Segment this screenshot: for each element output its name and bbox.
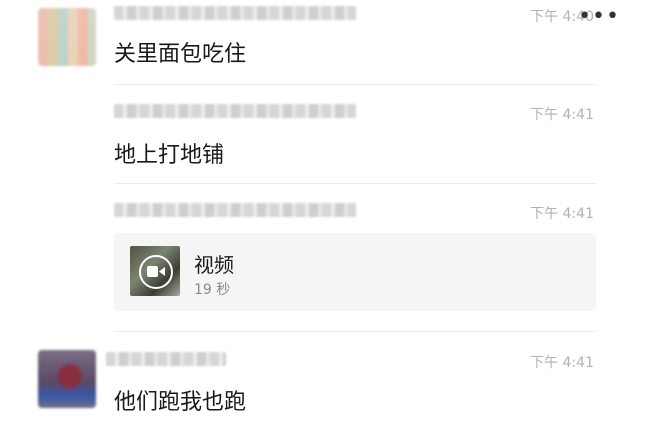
- sender-name-blurred: [114, 104, 356, 118]
- message-text: 关里面包吃住: [114, 42, 247, 67]
- sender-name-blurred: [114, 6, 356, 20]
- avatar[interactable]: [38, 8, 96, 66]
- chat-thread: 下午 4:40 ••• 关里面包吃住 下午 4:41 地上打地铺 下午 4:41…: [0, 0, 650, 428]
- timestamp: 下午 4:41: [530, 206, 594, 222]
- video-title: 视频: [194, 253, 234, 277]
- video-message-card[interactable]: 视频 19 秒: [114, 233, 596, 311]
- message-text: 他们跑我也跑: [114, 390, 247, 415]
- message-divider: [114, 183, 596, 184]
- avatar[interactable]: [38, 350, 96, 408]
- more-options-icon[interactable]: •••: [578, 6, 620, 28]
- message-divider: [114, 331, 596, 332]
- message-text: 地上打地铺: [114, 143, 225, 168]
- video-duration: 19 秒: [194, 282, 231, 298]
- timestamp: 下午 4:41: [530, 355, 594, 371]
- sender-name-blurred: [106, 352, 226, 366]
- video-thumbnail[interactable]: [130, 246, 180, 296]
- video-play-icon: [139, 255, 173, 289]
- sender-name-blurred: [114, 203, 356, 217]
- message-divider: [114, 84, 596, 85]
- timestamp: 下午 4:41: [530, 107, 594, 123]
